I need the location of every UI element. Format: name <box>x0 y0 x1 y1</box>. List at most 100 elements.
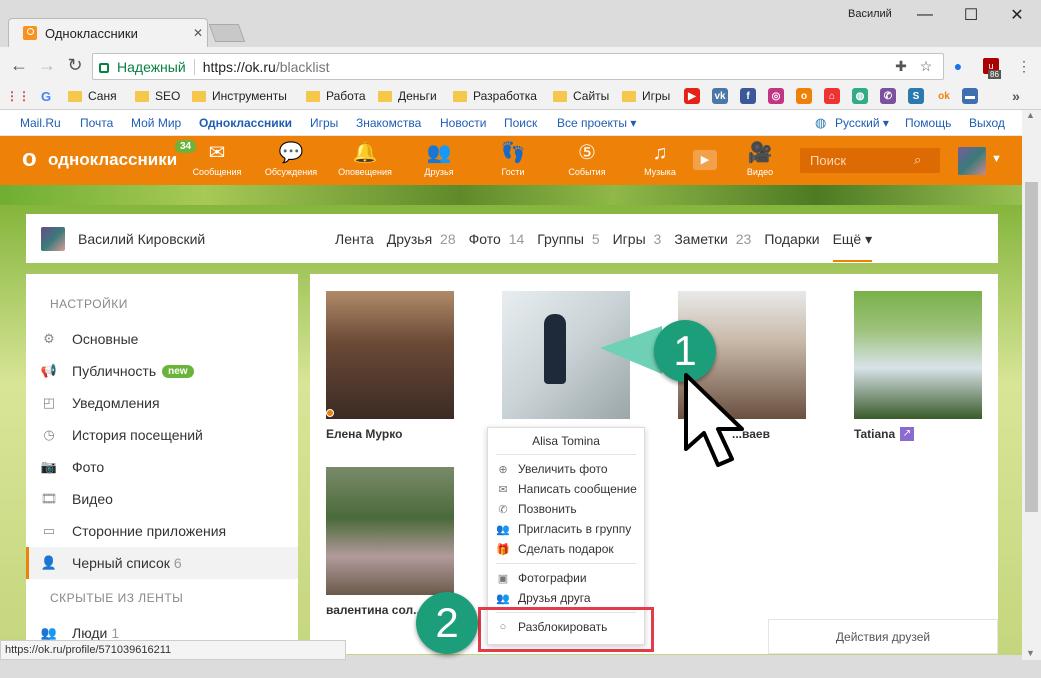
tab-notes[interactable]: Заметки 23 <box>674 231 751 262</box>
scrollbar-thumb[interactable] <box>1025 182 1038 512</box>
friends-actions-panel[interactable]: Действия друзей <box>768 619 998 654</box>
ok-logo-text[interactable]: одноклассники <box>48 150 177 170</box>
new-tab-button[interactable] <box>208 24 246 42</box>
bookmark-folder[interactable]: Инструменты <box>192 86 287 106</box>
sidebar-item-main[interactable]: ⚙ Основные <box>26 323 298 355</box>
user-photo[interactable] <box>854 291 982 419</box>
close-window-button[interactable]: ✕ <box>994 0 1040 30</box>
bookmark-folder[interactable]: Сайты <box>553 86 609 106</box>
close-tab-icon[interactable]: ✕ <box>189 26 207 40</box>
nav-video[interactable]: 🎥 Видео <box>728 141 792 177</box>
tab-more[interactable]: Ещё ▾ <box>832 231 873 262</box>
menu-friends-of-friend[interactable]: 👥 Друзья друга <box>496 588 590 608</box>
link-igry[interactable]: Игры <box>310 116 338 130</box>
link-poisk[interactable]: Поиск <box>504 116 537 130</box>
tab-friends[interactable]: Друзья 28 <box>387 231 456 262</box>
home-icon[interactable]: ⌂ <box>824 88 840 104</box>
tab-gifts[interactable]: Подарки <box>764 231 819 262</box>
menu-call[interactable]: ✆ Позвонить <box>496 499 576 519</box>
sidebar-item-publicity[interactable]: 📢 Публичность new <box>26 355 298 387</box>
nav-guests[interactable]: 👣 Гости <box>481 141 545 177</box>
sidebar-item-photo[interactable]: 📷 Фото <box>26 451 298 483</box>
menu-dots-icon[interactable]: ⋮ <box>1016 58 1032 74</box>
page-scrollbar[interactable]: ▲ ▼ <box>1022 110 1041 662</box>
globe-icon[interactable]: ◍ <box>852 88 868 104</box>
more-bookmarks-icon[interactable]: » <box>1008 88 1024 104</box>
ok-bookmark-icon[interactable]: ok <box>936 88 952 104</box>
address-bar[interactable]: Надежный https://ok.ru /blacklist <box>92 53 944 80</box>
bookmark-folder[interactable]: Деньги <box>378 86 437 106</box>
link-odnoklassniki[interactable]: Одноклассники <box>199 116 292 130</box>
sidebar-item-video[interactable]: 🎞 Видео <box>26 483 298 515</box>
browser-tab[interactable]: Одноклассники ✕ <box>8 18 208 47</box>
nav-friends[interactable]: 👥 Друзья <box>407 141 471 177</box>
menu-photos[interactable]: ▣ Фотографии <box>496 568 587 588</box>
popup-user-name[interactable]: Alisa Tomina <box>488 434 644 448</box>
play-icon[interactable]: ▶ <box>693 150 717 170</box>
vk-icon[interactable]: vk <box>712 88 728 104</box>
user-name[interactable]: Tatiana <box>854 427 895 441</box>
avatar[interactable] <box>958 147 986 175</box>
tab-photo[interactable]: Фото 14 <box>469 231 525 262</box>
extension-puzzle-icon[interactable]: ✚ <box>893 58 909 74</box>
youtube-icon[interactable]: ▶ <box>684 88 700 104</box>
minimize-button[interactable]: — <box>902 0 948 30</box>
link-help[interactable]: Помощь <box>905 116 951 130</box>
menu-zoom-photo[interactable]: ⊕ Увеличить фото <box>496 459 607 479</box>
user-name[interactable]: валентина сол... <box>326 603 423 617</box>
card-icon[interactable]: ▬ <box>962 88 978 104</box>
skype-icon[interactable]: S <box>908 88 924 104</box>
link-pochta[interactable]: Почта <box>80 116 113 130</box>
bookmark-folder[interactable]: Работа <box>306 86 366 106</box>
bookmark-folder[interactable]: Разработка <box>453 86 537 106</box>
nav-music[interactable]: ♫ Музыка <box>628 141 692 177</box>
tab-lenta[interactable]: Лента <box>335 231 374 262</box>
back-arrow-icon[interactable]: ← <box>8 54 30 76</box>
link-novosti[interactable]: Новости <box>440 116 486 130</box>
facebook-icon[interactable]: f <box>740 88 756 104</box>
sidebar-item-history[interactable]: ◷ История посещений <box>26 419 298 451</box>
sidebar-item-notifications[interactable]: ◰ Уведомления <box>26 387 298 419</box>
window-user-name[interactable]: Василий <box>848 8 892 20</box>
nav-notifications[interactable]: 🔔 Оповещения <box>333 141 397 177</box>
link-all-projects[interactable]: Все проекты ▾ <box>557 116 636 130</box>
chevron-down-icon[interactable]: ▼ <box>991 153 1002 165</box>
link-logout[interactable]: Выход <box>969 116 1005 130</box>
nav-messages[interactable]: ✉ Сообщения <box>185 141 249 177</box>
viber-icon[interactable]: ✆ <box>880 88 896 104</box>
ok-logo-icon[interactable]: ᴏ <box>22 146 42 174</box>
search-icon[interactable]: ⌕ <box>914 152 921 168</box>
user-photo[interactable] <box>326 291 454 419</box>
link-mailru[interactable]: Mail.Ru <box>20 116 61 130</box>
profile-avatar[interactable] <box>41 227 65 251</box>
bookmark-folder[interactable]: Игры <box>622 86 670 106</box>
scroll-down-icon[interactable]: ▼ <box>1026 648 1035 658</box>
profile-name[interactable]: Василий Кировский <box>78 231 205 247</box>
language-select[interactable]: Русский ▾ <box>835 116 889 130</box>
user-name[interactable]: Елена Мурко <box>326 427 402 441</box>
google-icon[interactable]: G <box>38 88 54 104</box>
scroll-up-icon[interactable]: ▲ <box>1026 110 1035 120</box>
bookmark-folder[interactable]: Саня <box>68 86 117 106</box>
instagram-icon[interactable]: ◎ <box>768 88 784 104</box>
nav-discussions[interactable]: 💬 Обсуждения <box>259 141 323 177</box>
reload-icon[interactable]: ↻ <box>64 54 86 76</box>
sidebar-item-blacklist[interactable]: 👤 Черный список 6 <box>26 547 298 579</box>
nav-events[interactable]: ⑤ События <box>555 141 619 177</box>
maximize-button[interactable]: ☐ <box>948 0 994 30</box>
link-moy-mir[interactable]: Мой Мир <box>131 116 181 130</box>
menu-send-message[interactable]: ✉ Написать сообщение <box>496 479 636 499</box>
apps-grid-icon[interactable]: ⋮⋮ <box>6 88 30 104</box>
vpn-extension-icon[interactable]: ● <box>950 58 966 74</box>
user-photo[interactable] <box>326 467 454 595</box>
sidebar-item-apps[interactable]: ▭ Сторонние приложения <box>26 515 298 547</box>
forward-arrow-icon[interactable]: → <box>36 54 58 76</box>
ok-icon[interactable]: о <box>796 88 812 104</box>
tab-games[interactable]: Игры 3 <box>613 231 662 262</box>
link-znakomstva[interactable]: Знакомства <box>356 116 421 130</box>
tab-groups[interactable]: Группы 5 <box>537 231 599 262</box>
menu-invite-group[interactable]: 👥 Пригласить в группу <box>496 519 631 539</box>
bookmark-folder[interactable]: SEO <box>135 86 180 106</box>
star-bookmark-icon[interactable]: ☆ <box>918 58 934 74</box>
menu-send-gift[interactable]: 🎁 Сделать подарок <box>496 539 613 559</box>
